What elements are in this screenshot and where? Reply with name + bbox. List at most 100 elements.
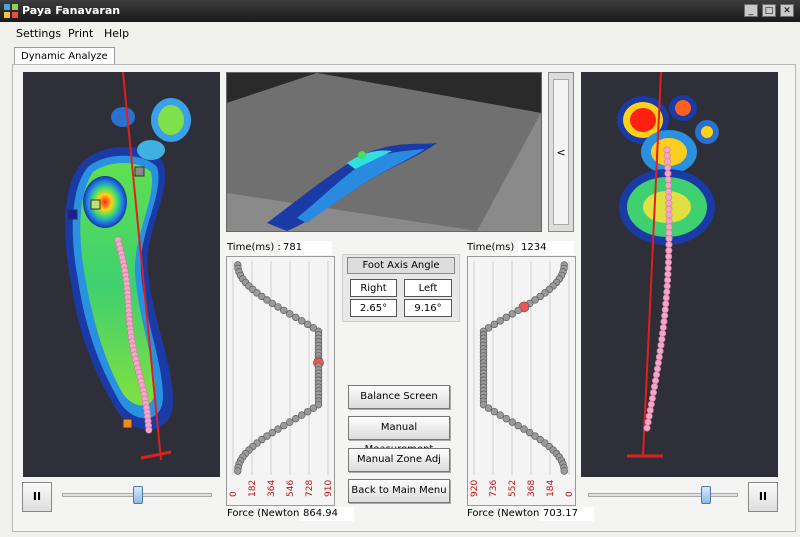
right-tick-label: 552	[508, 480, 518, 497]
right-force-point	[502, 414, 510, 423]
left-time-label: Time(ms) :	[227, 242, 281, 253]
right-force-graph: 920 736 552 368 184 0	[467, 256, 576, 506]
right-cop-point	[663, 282, 671, 290]
right-cop-point	[665, 229, 673, 237]
left-marker-blue[interactable]	[67, 209, 78, 220]
right-tick-label: 0	[565, 491, 575, 497]
right-playback-slider-thumb[interactable]	[701, 486, 711, 504]
right-cop-point	[662, 300, 670, 308]
right-cop-point	[652, 371, 660, 379]
left-force-label: Force (Newton) :	[227, 508, 310, 519]
title-bar: Paya Fanavaran _ □ ✕	[0, 0, 800, 22]
right-cop-point	[663, 146, 671, 154]
3d-surface	[227, 73, 541, 231]
left-force-point	[298, 317, 306, 325]
view-scroll-button[interactable]: <	[553, 79, 569, 225]
right-cop-point	[643, 424, 651, 432]
right-cop-point	[659, 323, 667, 331]
right-tick-label: 368	[527, 480, 537, 497]
right-force-point	[514, 306, 522, 315]
right-cop-point	[652, 377, 660, 385]
right-force-point	[496, 411, 504, 419]
manual-zone-adj-button[interactable]: Manual Zone Adj	[348, 448, 450, 472]
right-cop-point	[664, 170, 672, 178]
app-window: Paya Fanavaran _ □ ✕ Settings Print Help…	[0, 0, 800, 537]
right-cop-point	[664, 258, 672, 266]
left-force-point	[234, 467, 242, 475]
right-force-value: 703.17	[540, 507, 594, 521]
menu-bar: Settings Print Help	[0, 22, 800, 44]
right-cop-point	[651, 383, 659, 391]
right-cop-point	[659, 329, 667, 337]
left-force-value: 864.94	[300, 507, 354, 521]
menu-help[interactable]: Help	[104, 27, 129, 40]
back-to-main-menu-button[interactable]: Back to Main Menu	[348, 479, 450, 503]
left-tick-label: 0	[229, 491, 239, 497]
left-marker-lime[interactable]	[90, 199, 101, 210]
left-force-point	[292, 414, 300, 423]
close-button[interactable]: ✕	[780, 4, 794, 17]
foot-axis-right-label: Right	[350, 279, 397, 297]
right-force-point	[508, 418, 516, 426]
left-pause-button[interactable]: II	[22, 482, 52, 512]
left-playback-slider-thumb[interactable]	[133, 486, 143, 504]
foot-axis-left-value: 9.16°	[404, 299, 452, 317]
right-cop-point	[665, 205, 673, 213]
right-cop-point	[665, 217, 673, 225]
right-pause-button[interactable]: II	[748, 482, 778, 512]
right-playback-slider[interactable]	[588, 493, 738, 497]
right-force-point	[496, 317, 504, 325]
right-cop-point	[654, 359, 662, 367]
menu-settings[interactable]: Settings	[16, 27, 61, 40]
app-icon	[4, 4, 18, 18]
pressure-3d-view[interactable]	[226, 72, 542, 232]
right-cop-point	[665, 223, 673, 231]
right-force-point	[502, 313, 510, 322]
right-cop-point	[665, 187, 673, 195]
right-cop-point	[645, 412, 653, 420]
right-cop-point	[649, 389, 657, 397]
right-cop-point	[644, 418, 652, 426]
right-tick-label: 184	[546, 480, 556, 497]
right-tick-label: 920	[470, 480, 480, 497]
left-tick-label: 728	[305, 480, 315, 497]
right-cop-point	[665, 211, 673, 219]
right-tick-label: 736	[489, 480, 499, 497]
foot-axis-right-value: 2.65°	[350, 299, 397, 317]
right-force-point	[560, 467, 568, 475]
left-force-point	[303, 407, 312, 416]
manual-measurement-button[interactable]: Manual Measurement	[348, 416, 450, 455]
right-cop-point	[660, 318, 668, 326]
menu-print[interactable]: Print	[68, 27, 93, 40]
left-force-point	[298, 411, 306, 419]
left-time-value: 781	[280, 241, 332, 255]
right-cop-point	[664, 276, 672, 284]
right-cop-point	[653, 365, 661, 373]
right-cop-point	[665, 247, 673, 255]
minimize-button[interactable]: _	[744, 4, 758, 17]
left-foot-heatmap	[65, 71, 191, 461]
right-cop-point	[647, 400, 655, 408]
right-time-label: Time(ms) :	[467, 242, 521, 253]
right-cop-point	[655, 353, 663, 361]
left-force-point	[286, 310, 294, 318]
right-cop-point	[661, 306, 669, 314]
balance-screen-button[interactable]: Balance Screen	[348, 385, 450, 409]
right-cop-point	[657, 341, 665, 349]
right-cop-point	[665, 252, 673, 260]
right-cop-point	[665, 241, 673, 249]
left-marker-gray[interactable]	[134, 166, 145, 177]
right-cop-point	[663, 158, 671, 166]
right-force-label: Force (Newton) :	[467, 508, 550, 519]
right-cop-point	[663, 288, 671, 296]
foot-axis-left-label: Left	[404, 279, 452, 297]
view-scrollbar[interactable]: <	[548, 72, 574, 232]
right-foot-heatmap	[617, 71, 719, 458]
left-tick-label: 364	[267, 480, 277, 497]
right-cop-point	[656, 347, 664, 355]
maximize-button[interactable]: □	[762, 4, 776, 17]
left-force-graph: 0 182 364 546 728 910	[226, 256, 335, 506]
right-cop-point	[658, 335, 666, 343]
left-marker-orange[interactable]	[122, 418, 133, 429]
right-cop-point	[663, 152, 671, 160]
